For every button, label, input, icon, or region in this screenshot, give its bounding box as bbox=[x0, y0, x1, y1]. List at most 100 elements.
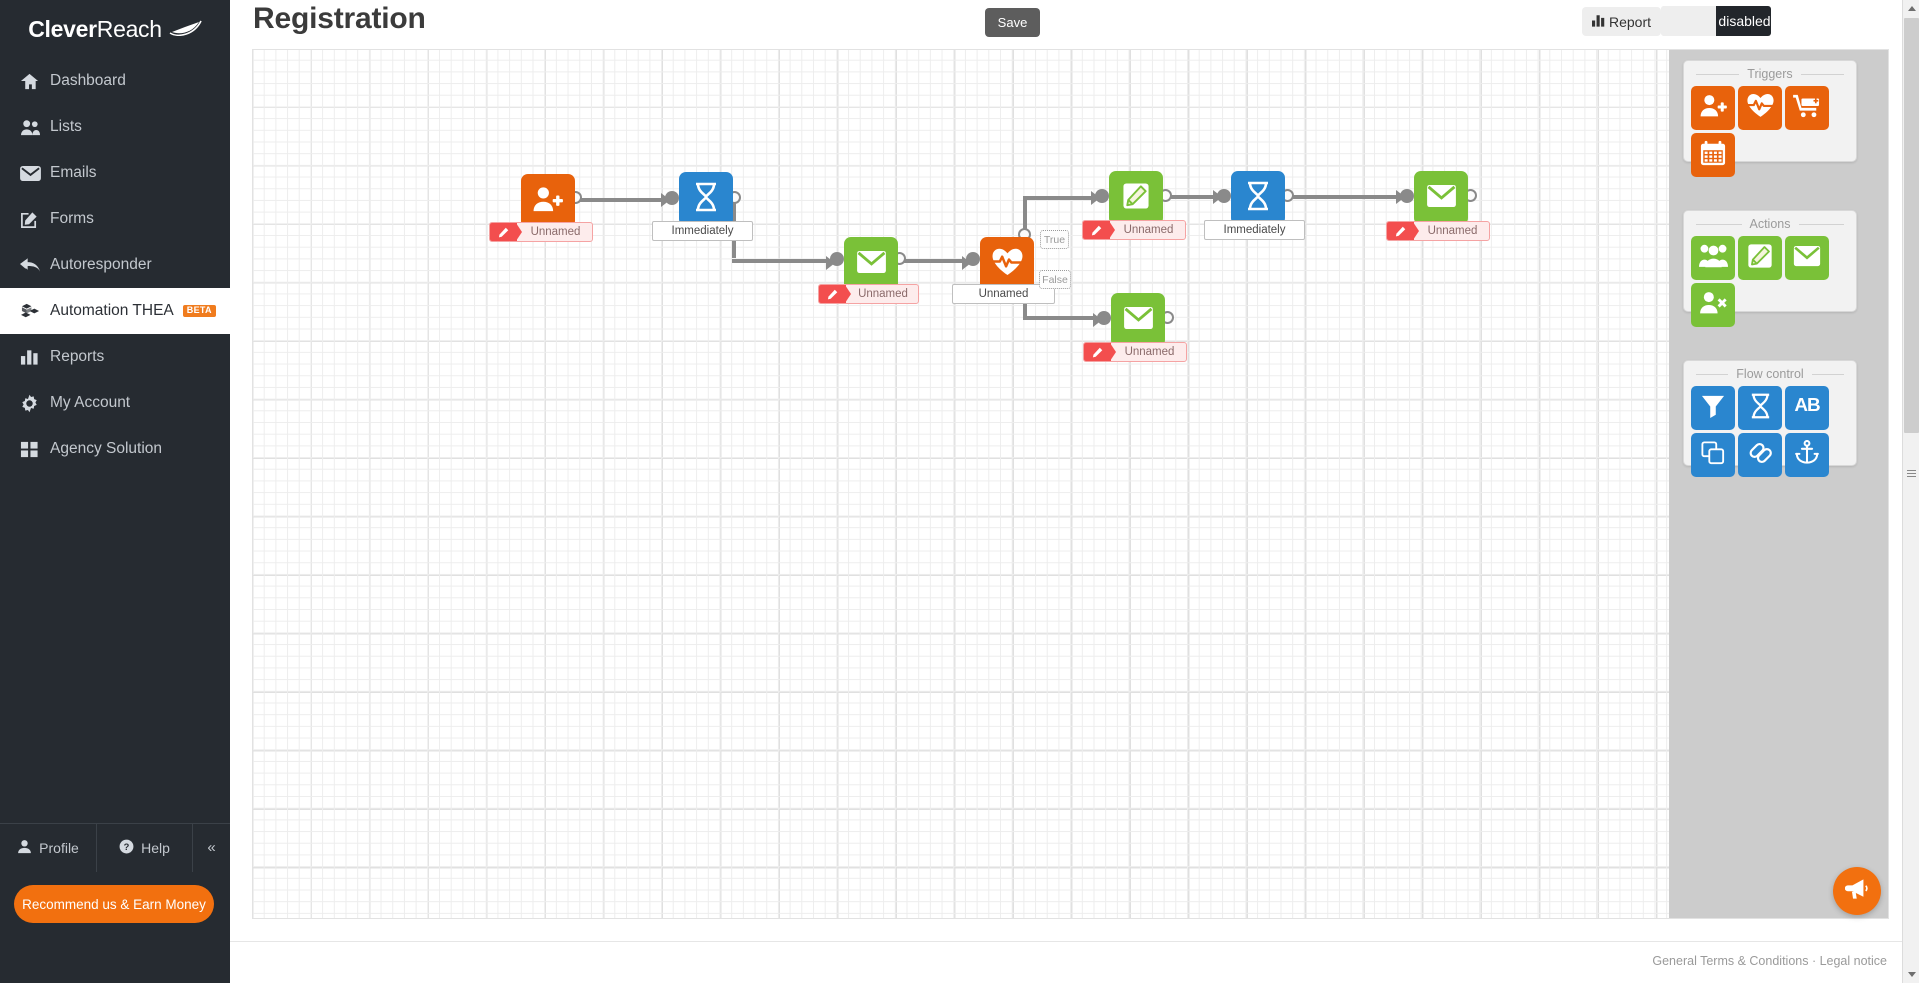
flow-tile-filter[interactable] bbox=[1691, 386, 1735, 430]
users-group-icon bbox=[1698, 243, 1728, 273]
action-tile-unsubscribe[interactable] bbox=[1691, 283, 1735, 327]
node-label-n5[interactable]: Unnamed bbox=[1082, 220, 1186, 240]
trigger-tile-activity[interactable] bbox=[1738, 86, 1782, 130]
flow-tile-link[interactable] bbox=[1738, 433, 1782, 477]
hourglass-icon bbox=[1749, 393, 1772, 424]
copy-icon bbox=[1701, 440, 1725, 470]
profile-label: Profile bbox=[39, 839, 79, 856]
bar-chart-icon bbox=[20, 348, 50, 366]
flow-tile-copy[interactable] bbox=[1691, 433, 1735, 477]
window-scrollbar[interactable] bbox=[1902, 0, 1919, 983]
sidebar-item-reports[interactable]: Reports bbox=[0, 334, 230, 380]
node-condition-activity[interactable] bbox=[980, 237, 1034, 291]
sidebar-item-agency-solution[interactable]: Agency Solution bbox=[0, 426, 230, 472]
recommend-us-button[interactable]: Recommend us & Earn Money bbox=[14, 885, 214, 923]
sidebar-item-label: Agency Solution bbox=[50, 440, 163, 457]
pencil-icon bbox=[490, 223, 522, 241]
node-label-n1[interactable]: Unnamed bbox=[489, 222, 593, 242]
node-label-text: Immediately bbox=[671, 225, 734, 237]
node-send-email-3[interactable] bbox=[1111, 293, 1165, 347]
arrow-into-n4 bbox=[962, 255, 971, 270]
pencil-note-icon bbox=[1122, 182, 1150, 215]
brand-name: CleverReach bbox=[28, 15, 162, 42]
profile-button[interactable]: Profile bbox=[0, 824, 96, 872]
bar-chart-icon bbox=[1591, 14, 1606, 30]
report-button[interactable]: Report bbox=[1581, 7, 1661, 36]
users-icon bbox=[20, 118, 50, 137]
node-label-n3[interactable]: Unnamed bbox=[818, 284, 919, 304]
form-edit-icon bbox=[20, 210, 50, 229]
legal-notice-link[interactable]: Legal notice bbox=[1820, 954, 1887, 968]
sidebar-item-emails[interactable]: Emails bbox=[0, 150, 230, 196]
palette-flow-control-title: Flow control bbox=[1684, 361, 1856, 385]
branch-label-true: True bbox=[1040, 230, 1069, 249]
branch-label-false: False bbox=[1039, 270, 1071, 289]
arrow-into-n3 bbox=[826, 255, 835, 270]
node-label-n8[interactable]: Unnamed bbox=[1083, 342, 1187, 362]
sidebar-item-forms[interactable]: Forms bbox=[0, 196, 230, 242]
filter-icon bbox=[1701, 394, 1725, 423]
node-label-text: Unnamed bbox=[1124, 346, 1175, 358]
pencil-icon bbox=[1084, 343, 1116, 361]
sidebar-bottom: Profile ? Help « Recommend us & Earn Mon… bbox=[0, 823, 230, 983]
sidebar-item-dashboard[interactable]: Dashboard bbox=[0, 58, 230, 104]
node-wait-2[interactable] bbox=[1231, 171, 1285, 225]
ab-test-icon: AB bbox=[1790, 395, 1824, 421]
toggle-state-label: disabled bbox=[1716, 6, 1771, 36]
scroll-down-button[interactable] bbox=[1903, 966, 1919, 983]
action-tile-email[interactable] bbox=[1785, 236, 1829, 280]
save-button[interactable]: Save bbox=[985, 8, 1040, 37]
flow-tile-anchor[interactable] bbox=[1785, 433, 1829, 477]
node-send-email-1[interactable] bbox=[844, 237, 898, 291]
action-tile-edit[interactable] bbox=[1738, 236, 1782, 280]
node-send-email-2[interactable] bbox=[1414, 171, 1468, 225]
workflow-canvas[interactable]: Unnamed Immediately Unnamed Unnamed Unna… bbox=[252, 49, 1889, 919]
node-trigger-subscribe[interactable] bbox=[521, 174, 575, 228]
trigger-tile-cart[interactable] bbox=[1785, 86, 1829, 130]
sidebar-item-lists[interactable]: Lists bbox=[0, 104, 230, 150]
brand-logo[interactable]: CleverReach bbox=[0, 0, 230, 58]
pencil-icon bbox=[1387, 222, 1419, 240]
sidebar-item-label: My Account bbox=[50, 394, 131, 411]
terms-link[interactable]: General Terms & Conditions bbox=[1652, 954, 1808, 968]
sidebar: CleverReach Dashboard Lists Emails Forms… bbox=[0, 0, 230, 983]
user-remove-icon bbox=[1699, 290, 1727, 320]
scrollbar-thumb[interactable] bbox=[1904, 18, 1919, 433]
node-label-n2[interactable]: Immediately bbox=[652, 221, 753, 241]
enable-disable-toggle[interactable]: disabled bbox=[1661, 6, 1771, 36]
node-edit-contact[interactable] bbox=[1109, 171, 1163, 225]
trigger-tile-calendar[interactable] bbox=[1691, 133, 1735, 177]
cart-plus-icon bbox=[1793, 93, 1821, 123]
collapse-sidebar-button[interactable]: « bbox=[192, 823, 230, 872]
link-chain-icon bbox=[1748, 442, 1773, 469]
report-label: Report bbox=[1608, 13, 1651, 30]
node-label-text: Unnamed bbox=[530, 226, 581, 238]
sidebar-item-my-account[interactable]: My Account bbox=[0, 380, 230, 426]
trigger-tile-subscribe[interactable] bbox=[1691, 86, 1735, 130]
node-label-text: Unnamed bbox=[1123, 224, 1174, 236]
node-label-n6[interactable]: Immediately bbox=[1204, 220, 1305, 240]
flow-tile-ab-test[interactable]: AB bbox=[1785, 386, 1829, 430]
sidebar-item-automation-thea[interactable]: Automation THEA BETA bbox=[0, 288, 230, 334]
svg-text:?: ? bbox=[124, 841, 130, 851]
sidebar-item-label: Reports bbox=[50, 348, 105, 365]
sidebar-item-label: Lists bbox=[50, 118, 82, 135]
sidebar-item-autoresponder[interactable]: Autoresponder bbox=[0, 242, 230, 288]
arrow-into-n7 bbox=[1396, 190, 1405, 204]
node-wait-1[interactable] bbox=[679, 172, 733, 226]
flow-tile-wait[interactable] bbox=[1738, 386, 1782, 430]
arrow-into-n6 bbox=[1213, 190, 1222, 204]
pencil-note-icon bbox=[1747, 243, 1773, 274]
connector-n1-n2 bbox=[573, 197, 661, 202]
palette-triggers: Triggers bbox=[1683, 60, 1857, 177]
node-label-n7[interactable]: Unnamed bbox=[1386, 221, 1490, 241]
profile-row: Profile ? Help « bbox=[0, 823, 230, 872]
sidebar-item-label: Dashboard bbox=[50, 72, 126, 89]
announcements-button[interactable] bbox=[1833, 867, 1881, 915]
help-button[interactable]: ? Help bbox=[96, 823, 192, 872]
action-tile-group[interactable] bbox=[1691, 236, 1735, 280]
palette-actions-tiles bbox=[1684, 235, 1856, 334]
anchor-icon bbox=[1795, 439, 1819, 470]
scroll-up-button[interactable] bbox=[1903, 0, 1919, 17]
